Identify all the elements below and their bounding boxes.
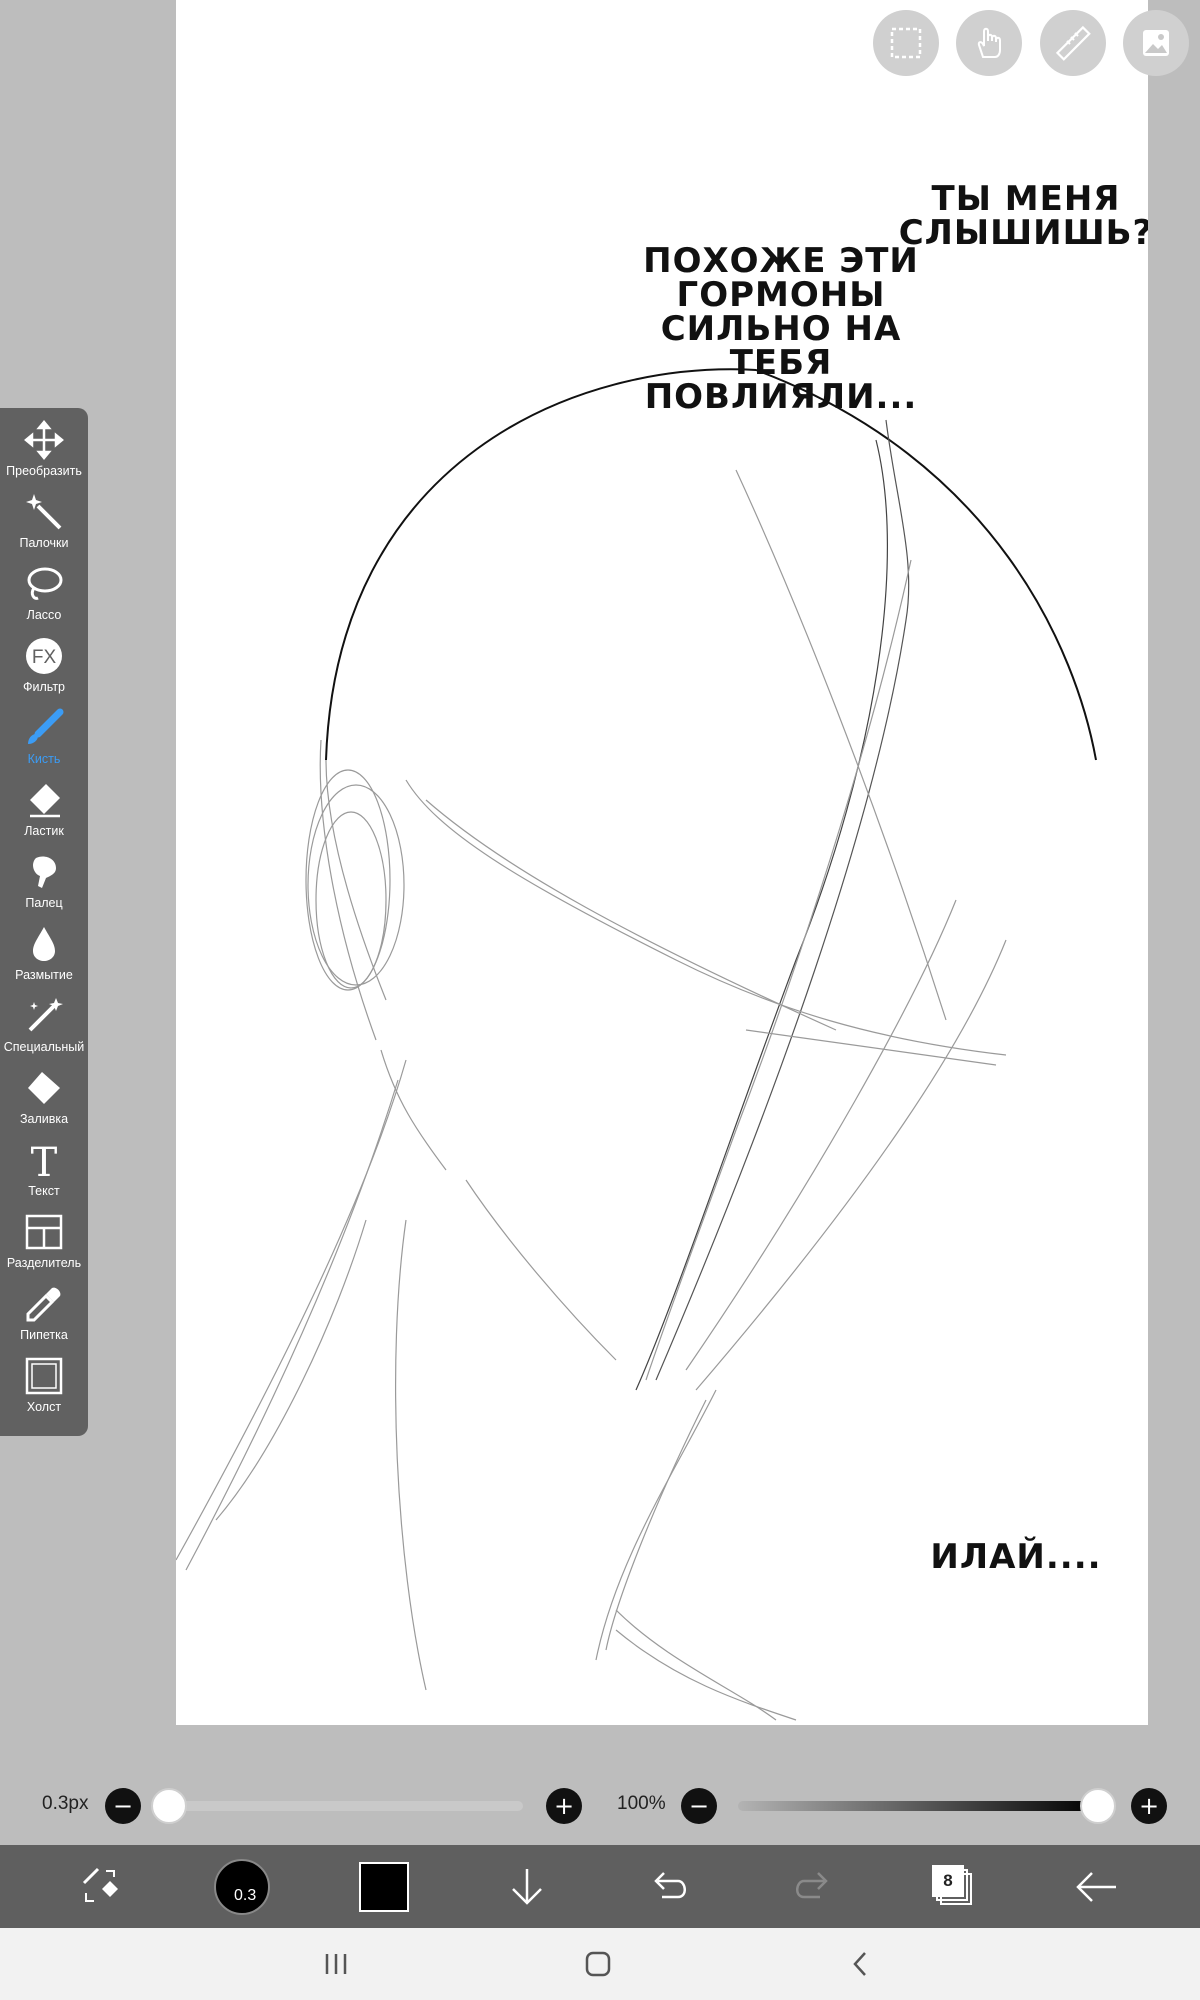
hand-icon (977, 27, 1001, 58)
material-button[interactable] (1123, 10, 1189, 76)
brush-preview: 0.3 (214, 1858, 270, 1915)
eraser-icon (22, 778, 66, 822)
svg-text:T: T (31, 1140, 58, 1180)
lasso-icon (22, 562, 66, 606)
plus-icon: + (1138, 1792, 1160, 1820)
tool-fill[interactable]: Заливка (0, 1064, 88, 1136)
tool-eraser[interactable]: Ластик (0, 776, 88, 848)
tool-canvas[interactable]: Холст (0, 1352, 88, 1424)
brush-size-slider-handle[interactable] (151, 1788, 188, 1824)
layers-button[interactable]: 8 (914, 1845, 994, 1928)
selection-button[interactable] (873, 10, 939, 76)
tool-label: Палочки (19, 536, 69, 550)
drawing-canvas[interactable]: ТЫ МЕНЯ СЛЫШИШЬ? ПОХОЖЕ ЭТИ ГОРМОНЫ СИЛЬ… (176, 0, 1148, 1725)
nav-back-button[interactable] (820, 1928, 900, 2000)
arrow-down-icon (512, 1868, 542, 1905)
special-pen-icon (22, 994, 66, 1038)
ruler-button[interactable] (1040, 10, 1106, 76)
tool-label: Пипетка (20, 1328, 68, 1342)
tool-transform[interactable]: Преобразить (0, 416, 88, 488)
fx-icon: FX (22, 634, 66, 678)
tool-panel: Преобразить Палочки Лассо FX Фильтр Кист… (0, 408, 88, 1436)
back-button[interactable] (1056, 1845, 1136, 1928)
finger-icon (22, 850, 66, 894)
tool-eyedropper[interactable]: Пипетка (0, 1280, 88, 1352)
tool-filter[interactable]: FX Фильтр (0, 632, 88, 704)
minus-icon: − (112, 1792, 134, 1820)
tool-text[interactable]: T Текст (0, 1136, 88, 1208)
opacity-slider-handle[interactable] (1080, 1788, 1116, 1824)
move-icon (22, 418, 66, 462)
tool-label: Холст (26, 1400, 62, 1414)
text-icon: T (22, 1138, 66, 1182)
redo-icon (796, 1871, 828, 1898)
tool-blur[interactable]: Размытие (0, 920, 88, 992)
speech-text-2: ПОХОЖЕ ЭТИ ГОРМОНЫ СИЛЬНО НА ТЕБЯ ПОВЛИЯ… (643, 241, 919, 417)
color-swatch (359, 1861, 409, 1912)
svg-text:FX: FX (32, 647, 57, 668)
minus-icon: − (688, 1792, 710, 1820)
tool-label: Преобразить (6, 464, 82, 478)
color-swatch-button[interactable] (344, 1845, 424, 1928)
tool-special[interactable]: Специальный (0, 992, 88, 1064)
recent-apps-button[interactable] (296, 1928, 376, 2000)
eyedropper-icon (22, 1282, 66, 1326)
frame-divider-icon (22, 1210, 66, 1254)
system-nav-bar (0, 1928, 1200, 2000)
tool-label: Палец (25, 896, 63, 910)
tool-magic-wand[interactable]: Палочки (0, 488, 88, 560)
opacity-value: 100% (617, 1793, 666, 1814)
tool-label: Заливка (19, 1112, 69, 1126)
undo-button[interactable] (630, 1845, 710, 1928)
tool-label: Фильтр (23, 680, 65, 694)
tool-label: Лассо (26, 608, 62, 622)
home-icon (585, 1951, 611, 1977)
opacity-slider[interactable] (738, 1801, 1098, 1811)
brush-size-slider[interactable] (158, 1801, 523, 1811)
slider-bar: 0.3px − + 100% − + (0, 1765, 1200, 1845)
tool-label: Размытие (15, 968, 73, 982)
fill-bucket-icon (22, 1066, 66, 1110)
selection-icon (890, 27, 922, 59)
opacity-increase-button[interactable]: + (1131, 1788, 1167, 1824)
tool-label: Текст (28, 1184, 60, 1198)
hand-button[interactable] (956, 10, 1022, 76)
tool-label: Кисть (27, 752, 61, 766)
recent-apps-icon (325, 1954, 347, 1974)
blur-drop-icon (22, 922, 66, 966)
undo-icon (654, 1871, 686, 1898)
tool-label: Специальный (3, 1040, 85, 1054)
swap-brush-eraser-icon (82, 1867, 118, 1902)
bottom-toolbar: 0.3 8 (0, 1845, 1200, 1928)
brush-size-increase-button[interactable]: + (546, 1788, 582, 1824)
ruler-icon (1055, 25, 1091, 61)
tool-brush[interactable]: Кисть (0, 704, 88, 776)
save-down-button[interactable] (487, 1845, 567, 1928)
tool-label: Разделитель (6, 1256, 82, 1270)
opacity-decrease-button[interactable]: − (681, 1788, 717, 1824)
layers-icon: 8 (932, 1864, 976, 1909)
home-button[interactable] (558, 1928, 638, 2000)
canvas-area[interactable]: ТЫ МЕНЯ СЛЫШИШЬ? ПОХОЖЕ ЭТИ ГОРМОНЫ СИЛЬ… (0, 0, 1200, 1765)
brush-icon (22, 706, 66, 750)
magic-wand-icon (22, 490, 66, 534)
brush-preview-label: 0.3 (234, 1886, 257, 1904)
tool-finger[interactable]: Палец (0, 848, 88, 920)
layers-count: 8 (932, 1864, 964, 1897)
plus-icon: + (553, 1792, 575, 1820)
redo-button[interactable] (772, 1845, 852, 1928)
speech-text-3: ИЛАЙ.... (930, 1537, 1102, 1577)
tool-lasso[interactable]: Лассо (0, 560, 88, 632)
brush-eraser-switch-button[interactable] (60, 1845, 140, 1928)
tool-divider[interactable]: Разделитель (0, 1208, 88, 1280)
brush-size-decrease-button[interactable]: − (105, 1788, 141, 1824)
tool-label: Ластик (24, 824, 64, 838)
canvas-icon (22, 1354, 66, 1398)
brush-preview-button[interactable]: 0.3 (202, 1845, 282, 1928)
material-icon (1143, 30, 1169, 56)
speech-text-1: ТЫ МЕНЯ СЛЫШИШЬ? (898, 179, 1148, 253)
arrow-left-icon (1076, 1871, 1116, 1902)
chevron-left-icon (853, 1952, 866, 1976)
brush-size-value: 0.3px (42, 1793, 89, 1814)
